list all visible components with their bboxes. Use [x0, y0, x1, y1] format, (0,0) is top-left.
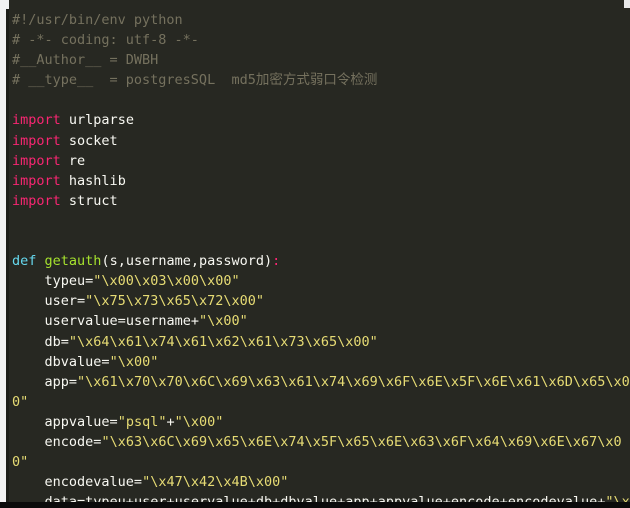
string-typeu: "\x00\x03\x00\x00"	[93, 273, 240, 290]
top-left-corner-notch	[0, 0, 9, 9]
string-dbvalue: "\x00"	[109, 353, 159, 370]
code-line-20: appvalue="psql"+"\x00"	[0, 412, 630, 432]
keyword-def: def	[12, 253, 37, 270]
code-line-2: # -*- coding: utf-8 -*-	[0, 30, 630, 50]
concat-op: +	[166, 413, 175, 430]
concat-op: +	[190, 313, 199, 330]
source-code-block: #!/usr/bin/env python # -*- coding: utf-8…	[0, 0, 630, 508]
keyword-import: import	[12, 152, 61, 169]
keyword-import: import	[12, 172, 61, 189]
keyword-import: import	[12, 132, 61, 149]
var-db: db	[44, 333, 61, 350]
string-db: "\x64\x61\x74\x61\x62\x61\x73\x65\x00"	[68, 333, 378, 350]
def-colon: :	[272, 253, 281, 270]
code-line-13: def getauth(s,username,password):	[0, 251, 630, 271]
var-user: user	[44, 293, 78, 310]
keyword-import: import	[12, 192, 61, 209]
var-app: app	[44, 373, 69, 390]
module-struct: struct	[68, 192, 118, 209]
string-null: "\x00"	[198, 313, 248, 330]
string-app: "\x61\x70\x70\x6C\x69\x63\x61\x74\x69\x6…	[12, 373, 630, 410]
assign-op: =	[109, 413, 118, 430]
function-name-getauth: getauth	[44, 253, 102, 270]
code-line-5-blank	[0, 90, 630, 110]
code-line-11-blank	[0, 211, 630, 231]
gutter-shadow-divider	[6, 0, 9, 508]
var-encodevalue: encodevalue	[44, 474, 134, 491]
code-line-15: user="\x75\x73\x65\x72\x00"	[0, 291, 630, 311]
var-encode: encode	[44, 433, 94, 450]
code-line-1: #!/usr/bin/env python	[0, 10, 630, 30]
code-line-12-blank	[0, 231, 630, 251]
code-line-16: uservalue=username+"\x00"	[0, 311, 630, 331]
code-line-7: import socket	[0, 131, 630, 151]
code-line-18: dbvalue="\x00"	[0, 352, 630, 372]
code-line-22: encodevalue="\x47\x42\x4B\x00"	[0, 472, 630, 492]
string-encode: "\x63\x6C\x69\x65\x6E\x74\x5F\x65\x6E\x6…	[12, 433, 622, 471]
string-psql: "psql"	[117, 413, 167, 430]
code-line-6: import urlparse	[0, 110, 630, 130]
code-line-4: # __type__ = postgresSQL md5加密方式弱口令检测	[0, 70, 630, 90]
code-editor-viewport[interactable]: #!/usr/bin/env python # -*- coding: utf-8…	[0, 0, 630, 508]
var-typeu: typeu	[44, 273, 86, 290]
code-line-9: import hashlib	[0, 171, 630, 191]
top-right-corner-notch	[624, 0, 630, 8]
keyword-import: import	[12, 112, 61, 129]
comment-type: # __type__ = postgresSQL md5加密方式弱口令检测	[12, 72, 378, 89]
var-uservalue: uservalue	[44, 313, 118, 330]
code-line-3: #__Author__ = DWBH	[0, 50, 630, 70]
assign-op: =	[68, 373, 78, 390]
module-urlparse: urlparse	[68, 112, 134, 129]
module-hashlib: hashlib	[68, 172, 126, 189]
assign-op: =	[133, 474, 143, 491]
code-line-21: encode="\x63\x6C\x69\x65\x6E\x74\x5F\x65…	[0, 432, 630, 472]
assign-op: =	[60, 333, 69, 350]
assign-op: =	[77, 293, 86, 310]
module-socket: socket	[68, 132, 118, 149]
string-gbk: "\x47\x42\x4B\x00"	[142, 474, 289, 491]
comment-shebang: #!/usr/bin/env python	[12, 12, 183, 28]
module-re: re	[68, 152, 86, 169]
var-dbvalue: dbvalue	[44, 353, 102, 370]
string-user: "\x75\x73\x65\x72\x00"	[85, 293, 264, 310]
bottom-edge-strip	[0, 502, 630, 508]
comment-coding: # -*- coding: utf-8 -*-	[12, 32, 199, 49]
code-scroll-area[interactable]: #!/usr/bin/env python # -*- coding: utf-8…	[0, 0, 630, 508]
code-line-10: import struct	[0, 191, 630, 211]
code-line-8: import re	[0, 151, 630, 171]
code-line-17: db="\x64\x61\x74\x61\x62\x61\x73\x65\x00…	[0, 332, 630, 352]
code-line-19: app="\x61\x70\x70\x6C\x69\x63\x61\x74\x6…	[0, 372, 630, 412]
string-null: "\x00"	[174, 413, 224, 430]
assign-op: =	[101, 353, 110, 370]
comment-author: #__Author__ = DWBH	[12, 52, 159, 69]
assign-op: =	[117, 313, 126, 330]
var-appvalue: appvalue	[44, 413, 110, 430]
code-line-14: typeu="\x00\x03\x00\x00"	[0, 271, 630, 291]
function-params: (s,username,password)	[101, 253, 273, 270]
ref-username: username	[125, 313, 191, 330]
